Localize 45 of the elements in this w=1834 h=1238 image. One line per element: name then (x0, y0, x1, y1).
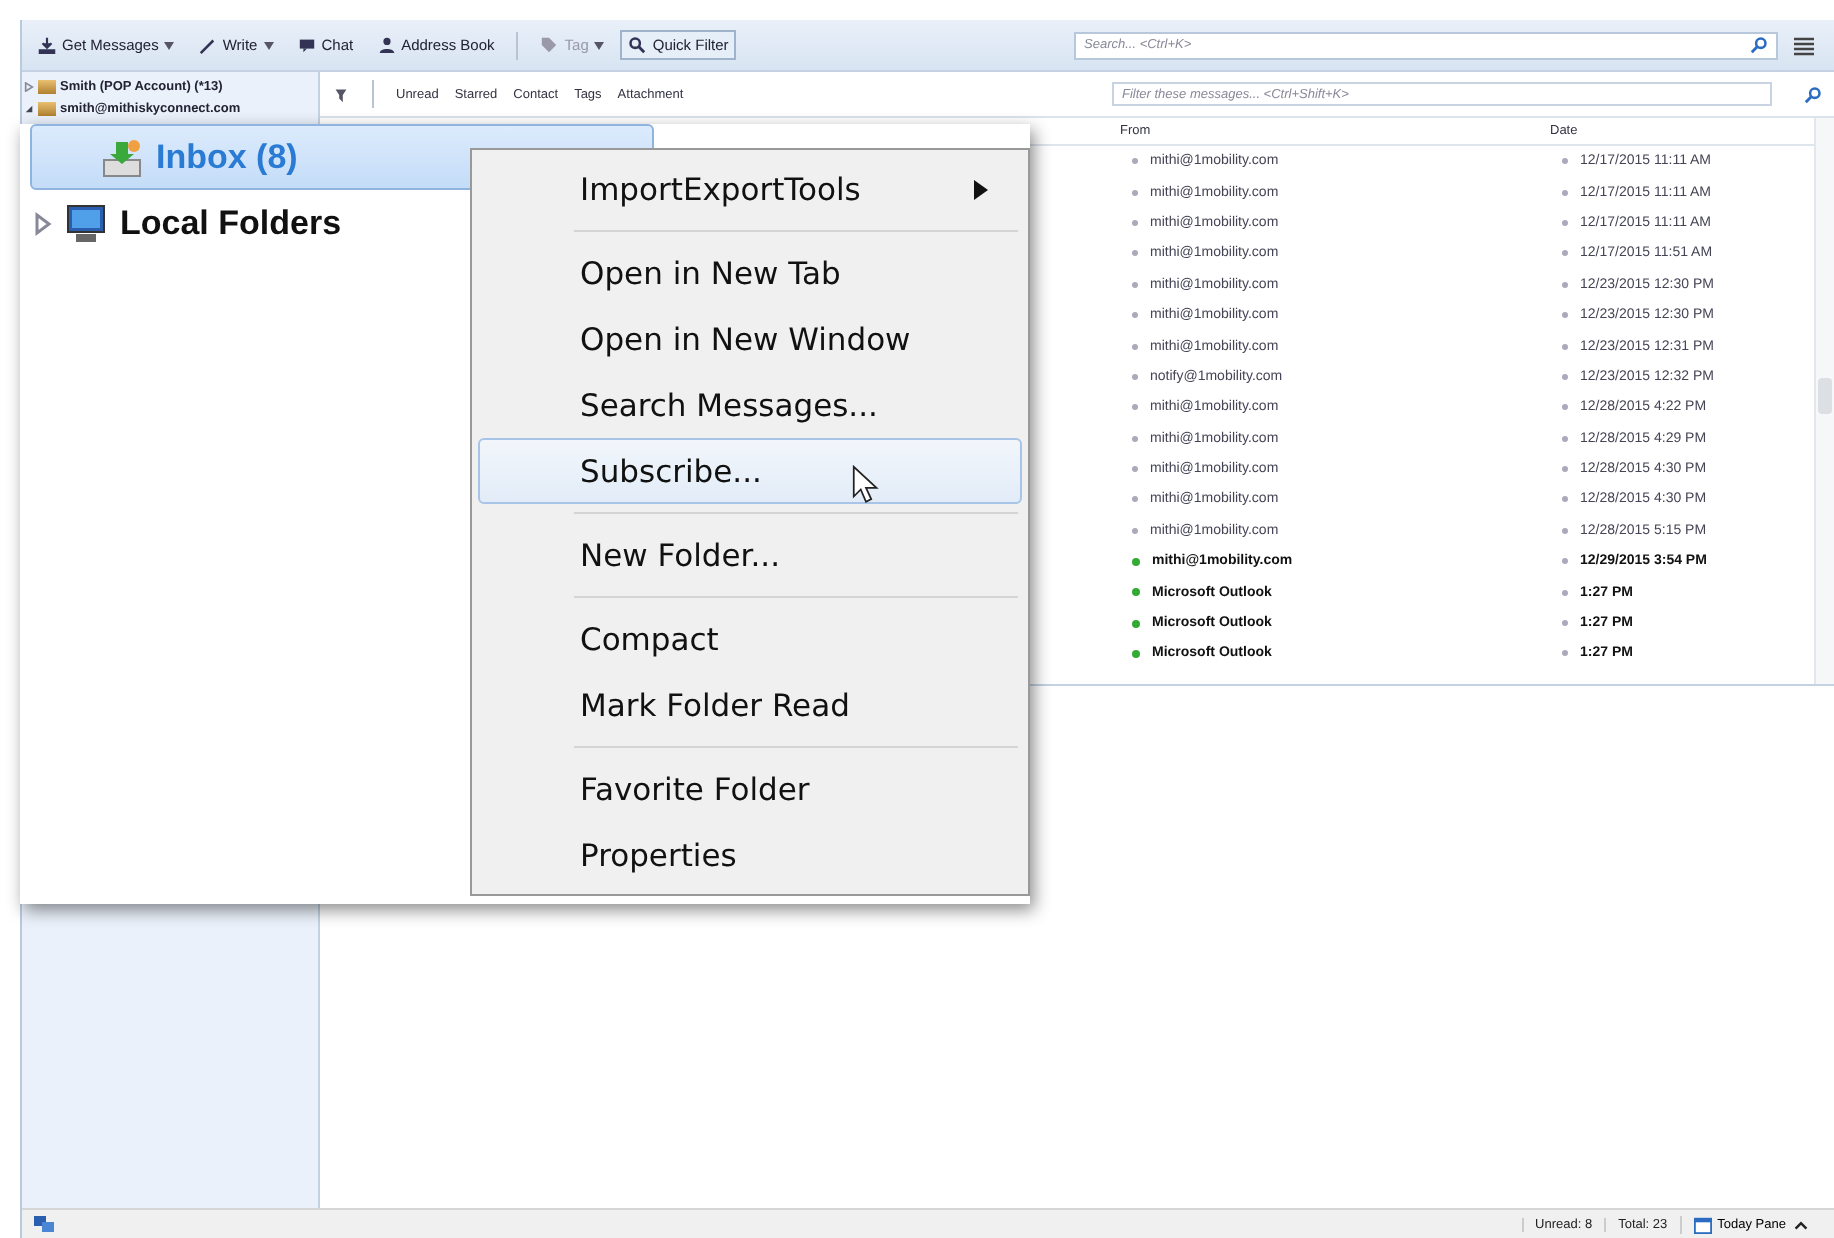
read-status-dot[interactable] (1132, 219, 1138, 226)
caret-icon[interactable] (164, 41, 175, 49)
person-icon (377, 36, 396, 54)
read-status-dot[interactable] (1132, 404, 1138, 411)
tag-icon (540, 36, 559, 54)
read-status-dot[interactable] (1132, 588, 1140, 597)
menu-item[interactable]: Compact (478, 606, 1022, 672)
pen-icon (198, 36, 217, 54)
menu-icon[interactable] (1794, 35, 1814, 55)
calendar-icon (1693, 1215, 1712, 1233)
computer-icon (64, 203, 108, 243)
submenu-arrow-icon (974, 179, 988, 199)
read-status-dot[interactable] (1132, 189, 1138, 196)
read-status-dot[interactable] (1132, 281, 1138, 288)
menu-item[interactable]: New Folder... (478, 522, 1022, 588)
menu-item[interactable]: Favorite Folder (478, 756, 1022, 822)
read-status-dot[interactable] (1132, 312, 1138, 319)
read-status-dot[interactable] (1132, 619, 1140, 628)
read-status-dot[interactable] (1132, 158, 1138, 165)
read-status-dot[interactable] (1132, 649, 1140, 658)
inbox-icon (100, 137, 144, 177)
twisty-icon[interactable] (24, 104, 34, 114)
mouse-cursor-icon (852, 464, 880, 508)
menu-item[interactable]: Subscribe... (478, 438, 1022, 504)
read-status-dot[interactable] (1132, 527, 1138, 534)
menu-item[interactable]: Mark Folder Read (478, 672, 1022, 738)
read-status-dot[interactable] (1132, 343, 1138, 350)
search-icon (1804, 85, 1822, 103)
read-status-dot[interactable] (1132, 466, 1138, 473)
search-icon (1750, 36, 1768, 54)
scrollbar[interactable] (1814, 118, 1834, 684)
read-status-dot[interactable] (1132, 250, 1138, 257)
read-status-dot[interactable] (1132, 373, 1138, 380)
search-icon (628, 36, 647, 54)
menu-item[interactable]: Open in New Window (478, 306, 1022, 372)
download-icon (38, 36, 56, 54)
read-status-dot[interactable] (1132, 557, 1140, 566)
caret-icon[interactable] (263, 41, 274, 49)
read-status-dot[interactable] (1132, 496, 1138, 503)
menu-item[interactable]: Properties (478, 822, 1022, 888)
menu-item[interactable]: Open in New Tab (478, 240, 1022, 306)
chat-icon (297, 36, 316, 54)
network-icon (34, 1216, 54, 1232)
menu-item[interactable]: Search Messages... (478, 372, 1022, 438)
read-status-dot[interactable] (1132, 435, 1138, 442)
